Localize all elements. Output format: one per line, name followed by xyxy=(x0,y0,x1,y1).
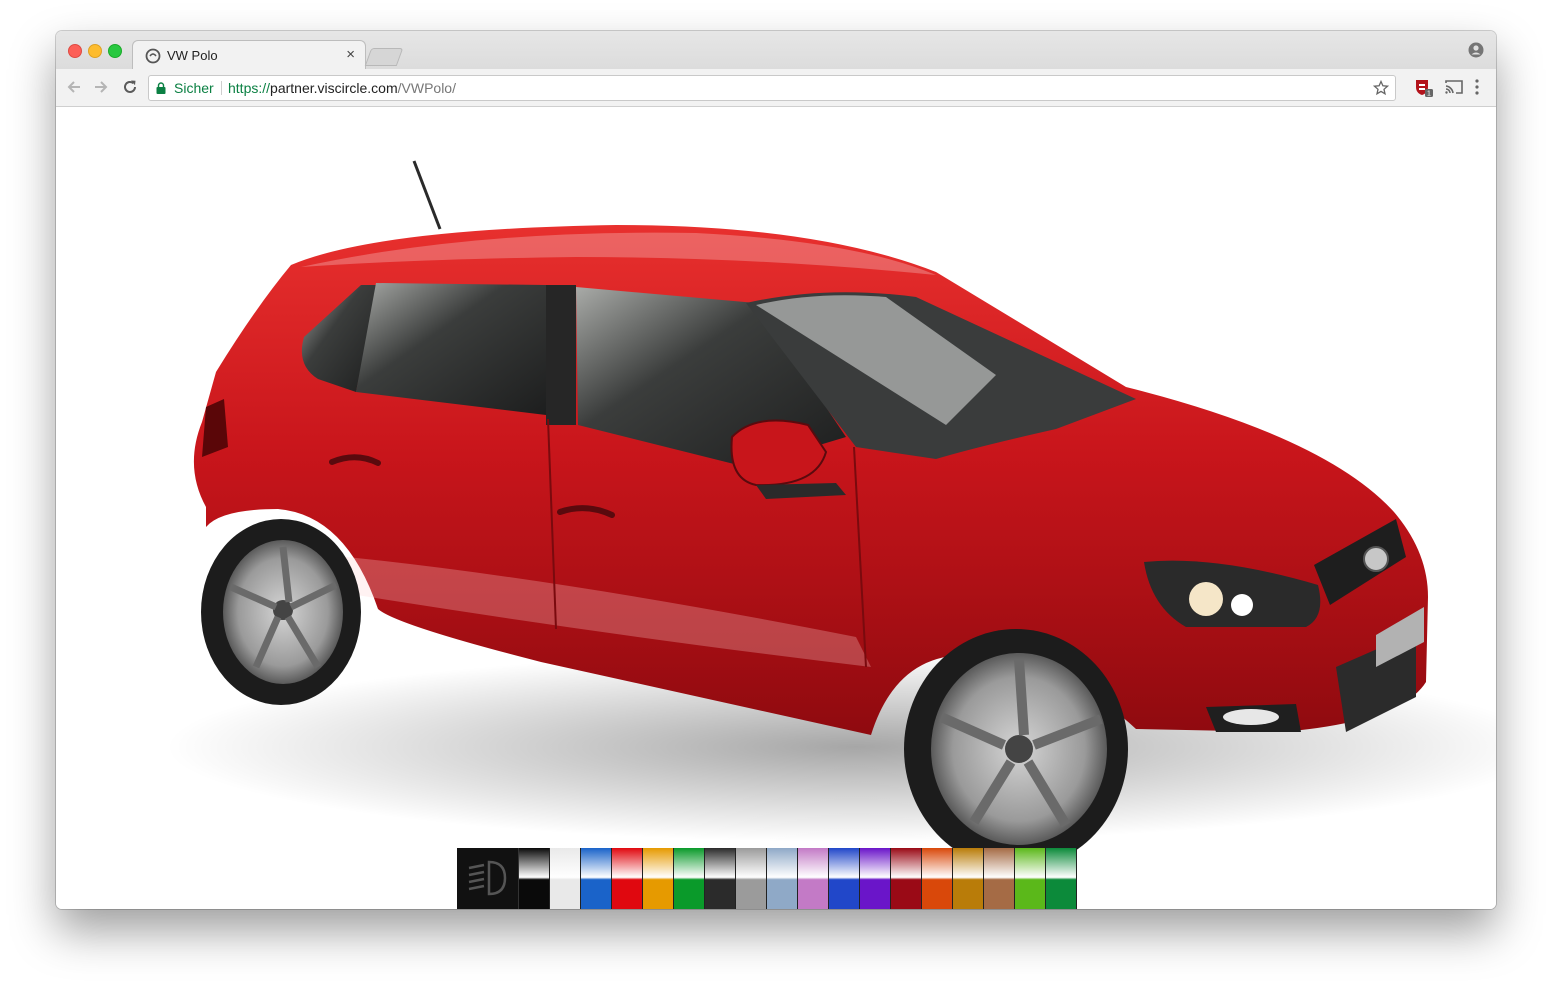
swatch-gold[interactable] xyxy=(953,848,984,909)
swatch-black[interactable] xyxy=(519,848,550,909)
star-icon[interactable] xyxy=(1373,80,1389,96)
tab-title: VW Polo xyxy=(167,48,218,63)
svg-text:1: 1 xyxy=(1427,91,1431,98)
secure-label: Sicher xyxy=(174,80,214,96)
url-path: /VWPolo/ xyxy=(397,80,456,96)
forward-icon[interactable] xyxy=(92,78,110,96)
color-palette xyxy=(457,848,1077,909)
swatch-red[interactable] xyxy=(612,848,643,909)
browser-toolbar: Sicher https://partner.viscircle.com/VWP… xyxy=(56,69,1496,107)
tab-close-icon[interactable]: × xyxy=(346,46,355,64)
headlight-toggle-button[interactable] xyxy=(457,848,519,909)
rear-wheel xyxy=(201,519,361,705)
car-3d-viewer[interactable] xyxy=(56,107,1496,909)
viscircle-favicon-icon xyxy=(145,48,161,64)
swatch-silver[interactable] xyxy=(736,848,767,909)
swatch-bronze[interactable] xyxy=(984,848,1015,909)
url-host: partner.viscircle.com xyxy=(270,80,398,96)
swatch-orange[interactable] xyxy=(643,848,674,909)
swatch-dark-metallic[interactable] xyxy=(705,848,736,909)
cast-icon[interactable] xyxy=(1445,79,1463,95)
swatch-purple[interactable] xyxy=(860,848,891,909)
swatch-green[interactable] xyxy=(674,848,705,909)
new-tab-button[interactable] xyxy=(364,48,404,66)
back-icon[interactable] xyxy=(65,78,83,96)
viewer-content xyxy=(56,107,1496,909)
title-bar: VW Polo × xyxy=(56,31,1496,71)
rear-door-window xyxy=(356,283,546,415)
car-antenna xyxy=(412,160,442,230)
swatch-orange-red[interactable] xyxy=(922,848,953,909)
profile-icon[interactable] xyxy=(1468,42,1484,58)
swatch-lime[interactable] xyxy=(1015,848,1046,909)
browser-window: VW Polo × Sicher https://partner.viscirc… xyxy=(56,31,1496,909)
minimize-icon[interactable] xyxy=(88,44,102,58)
close-icon[interactable] xyxy=(68,44,82,58)
address-bar[interactable]: Sicher https://partner.viscircle.com/VWP… xyxy=(148,75,1396,101)
tail-light xyxy=(202,399,228,457)
swatch-light-blue-silver[interactable] xyxy=(767,848,798,909)
vw-logo xyxy=(1363,546,1389,572)
swatch-royal-blue[interactable] xyxy=(829,848,860,909)
url-scheme: https:// xyxy=(228,80,271,96)
front-wheel xyxy=(904,629,1128,869)
reload-icon[interactable] xyxy=(121,78,139,96)
zoom-icon[interactable] xyxy=(108,44,122,58)
swatch-blue[interactable] xyxy=(581,848,612,909)
lock-icon xyxy=(156,82,166,94)
headlight-lamp-inner xyxy=(1231,594,1253,616)
tab-vw-polo[interactable]: VW Polo × xyxy=(132,40,366,71)
swatch-white[interactable] xyxy=(550,848,581,909)
swatch-emerald[interactable] xyxy=(1046,848,1077,909)
fog-lamp xyxy=(1223,709,1279,725)
omnibox-divider xyxy=(221,81,222,95)
swatch-pink-purple[interactable] xyxy=(798,848,829,909)
headlight-lamp xyxy=(1189,582,1223,616)
swatch-dark-red[interactable] xyxy=(891,848,922,909)
headlight-icon xyxy=(468,860,507,896)
url-text: https://partner.viscircle.com/VWPolo/ xyxy=(228,76,456,100)
menu-icon[interactable] xyxy=(1473,78,1481,96)
shield-extension-icon[interactable]: 1 xyxy=(1414,78,1434,98)
b-pillar xyxy=(546,285,576,425)
